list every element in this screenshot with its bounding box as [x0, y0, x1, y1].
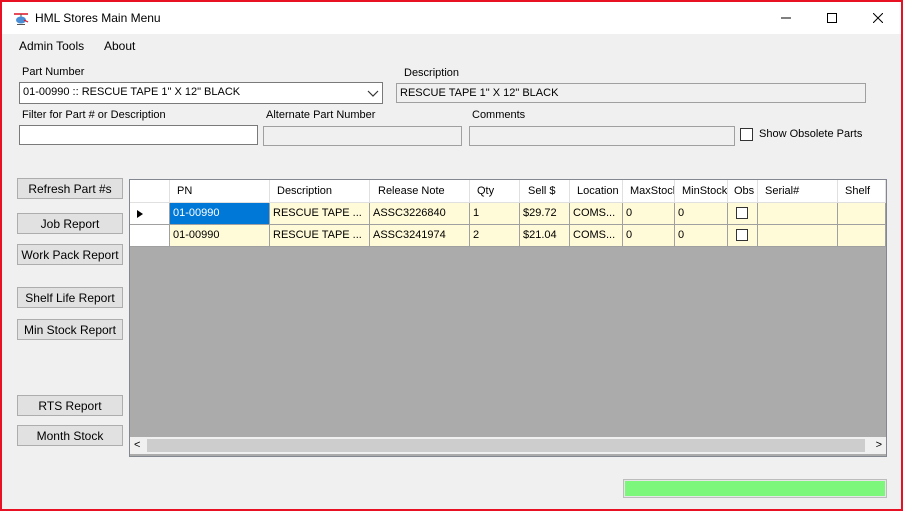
window-title: HML Stores Main Menu	[35, 11, 161, 25]
shelf-life-report-button[interactable]: Shelf Life Report	[17, 287, 123, 308]
chevron-down-icon	[367, 90, 379, 97]
cell-description[interactable]: RESCUE TAPE ...	[270, 225, 370, 247]
cell-location[interactable]: COMS...	[570, 203, 623, 225]
comments-field[interactable]	[469, 126, 735, 146]
current-row-arrow-icon	[137, 210, 143, 218]
menu-bar: Admin Tools About	[2, 34, 901, 58]
main-window: HML Stores Main Menu Admin Tools About P…	[0, 0, 903, 511]
minimize-icon	[781, 17, 791, 19]
column-header-description[interactable]: Description	[270, 180, 370, 203]
column-header-minstock[interactable]: MinStock	[675, 180, 728, 203]
cell-pn[interactable]: 01-00990	[170, 225, 270, 247]
cell-minstock[interactable]: 0	[675, 225, 728, 247]
title-bar: HML Stores Main Menu	[2, 2, 901, 34]
progress-fill	[625, 481, 885, 496]
column-header-shelf[interactable]: Shelf	[838, 180, 886, 203]
part-number-value: 01-00990 :: RESCUE TAPE 1" X 12" BLACK	[23, 86, 241, 98]
close-button[interactable]	[855, 2, 901, 34]
cell-obs[interactable]	[728, 225, 758, 247]
menu-about[interactable]: About	[104, 39, 135, 53]
column-header-qty[interactable]: Qty	[470, 180, 520, 203]
parts-grid[interactable]: PN Description Release Note Qty Sell $ L…	[129, 179, 887, 457]
column-header-release-note[interactable]: Release Note	[370, 180, 470, 203]
cell-description[interactable]: RESCUE TAPE ...	[270, 203, 370, 225]
column-header-obs[interactable]: Obs	[728, 180, 758, 203]
obs-checkbox[interactable]	[736, 229, 748, 241]
close-icon	[873, 13, 883, 23]
row-header-corner	[130, 180, 170, 203]
column-header-pn[interactable]: PN	[170, 180, 270, 203]
month-stock-button[interactable]: Month Stock	[17, 425, 123, 446]
progress-bar	[623, 479, 887, 498]
cell-qty[interactable]: 2	[470, 225, 520, 247]
menu-admin-tools[interactable]: Admin Tools	[19, 39, 84, 53]
refresh-part-numbers-button[interactable]: Refresh Part #s	[17, 178, 123, 199]
row-header[interactable]	[130, 203, 170, 225]
helicopter-icon	[14, 13, 29, 25]
table-row[interactable]: 01-00990 RESCUE TAPE ... ASSC3226840 1 $…	[130, 203, 886, 225]
cell-sell[interactable]: $21.04	[520, 225, 570, 247]
cell-maxstock[interactable]: 0	[623, 225, 675, 247]
maximize-icon	[827, 13, 837, 23]
cell-serial[interactable]	[758, 203, 838, 225]
column-header-sell[interactable]: Sell $	[520, 180, 570, 203]
comments-label: Comments	[472, 109, 526, 121]
cell-pn[interactable]: 01-00990	[170, 203, 270, 225]
cell-maxstock[interactable]: 0	[623, 203, 675, 225]
obs-checkbox[interactable]	[736, 207, 748, 219]
scroll-left-icon[interactable]: <	[134, 439, 140, 451]
table-row[interactable]: 01-00990 RESCUE TAPE ... ASSC3241974 2 $…	[130, 225, 886, 247]
alternate-part-field[interactable]	[263, 126, 462, 146]
part-number-combobox[interactable]: 01-00990 :: RESCUE TAPE 1" X 12" BLACK	[19, 82, 383, 104]
cell-minstock[interactable]: 0	[675, 203, 728, 225]
cell-release-note[interactable]: ASSC3241974	[370, 225, 470, 247]
row-header[interactable]	[130, 225, 170, 247]
cell-release-note[interactable]: ASSC3226840	[370, 203, 470, 225]
cell-obs[interactable]	[728, 203, 758, 225]
min-stock-report-button[interactable]: Min Stock Report	[17, 319, 123, 340]
scrollbar-thumb[interactable]	[147, 439, 865, 452]
rts-report-button[interactable]: RTS Report	[17, 395, 123, 416]
cell-sell[interactable]: $29.72	[520, 203, 570, 225]
description-label: Description	[404, 67, 460, 79]
scroll-right-icon[interactable]: >	[876, 439, 882, 451]
show-obsolete-checkbox[interactable]	[740, 128, 753, 141]
work-pack-report-button[interactable]: Work Pack Report	[17, 244, 123, 265]
grid-header: PN Description Release Note Qty Sell $ L…	[130, 180, 886, 203]
column-header-location[interactable]: Location	[570, 180, 623, 203]
column-header-maxstock[interactable]: MaxStock	[623, 180, 675, 203]
filter-label: Filter for Part # or Description	[22, 109, 166, 121]
cell-shelf[interactable]	[838, 203, 886, 225]
column-header-serial[interactable]: Serial#	[758, 180, 838, 203]
cell-shelf[interactable]	[838, 225, 886, 247]
cell-qty[interactable]: 1	[470, 203, 520, 225]
horizontal-scrollbar[interactable]: < >	[130, 437, 886, 454]
minimize-button[interactable]	[763, 2, 809, 34]
filter-input[interactable]	[19, 125, 258, 145]
description-field: RESCUE TAPE 1" X 12" BLACK	[396, 83, 866, 103]
description-value: RESCUE TAPE 1" X 12" BLACK	[400, 87, 559, 99]
alternate-part-label: Alternate Part Number	[266, 109, 376, 121]
job-report-button[interactable]: Job Report	[17, 213, 123, 234]
part-number-label: Part Number	[22, 66, 85, 78]
cell-location[interactable]: COMS...	[570, 225, 623, 247]
cell-serial[interactable]	[758, 225, 838, 247]
maximize-button[interactable]	[809, 2, 855, 34]
show-obsolete-label: Show Obsolete Parts	[759, 128, 863, 140]
